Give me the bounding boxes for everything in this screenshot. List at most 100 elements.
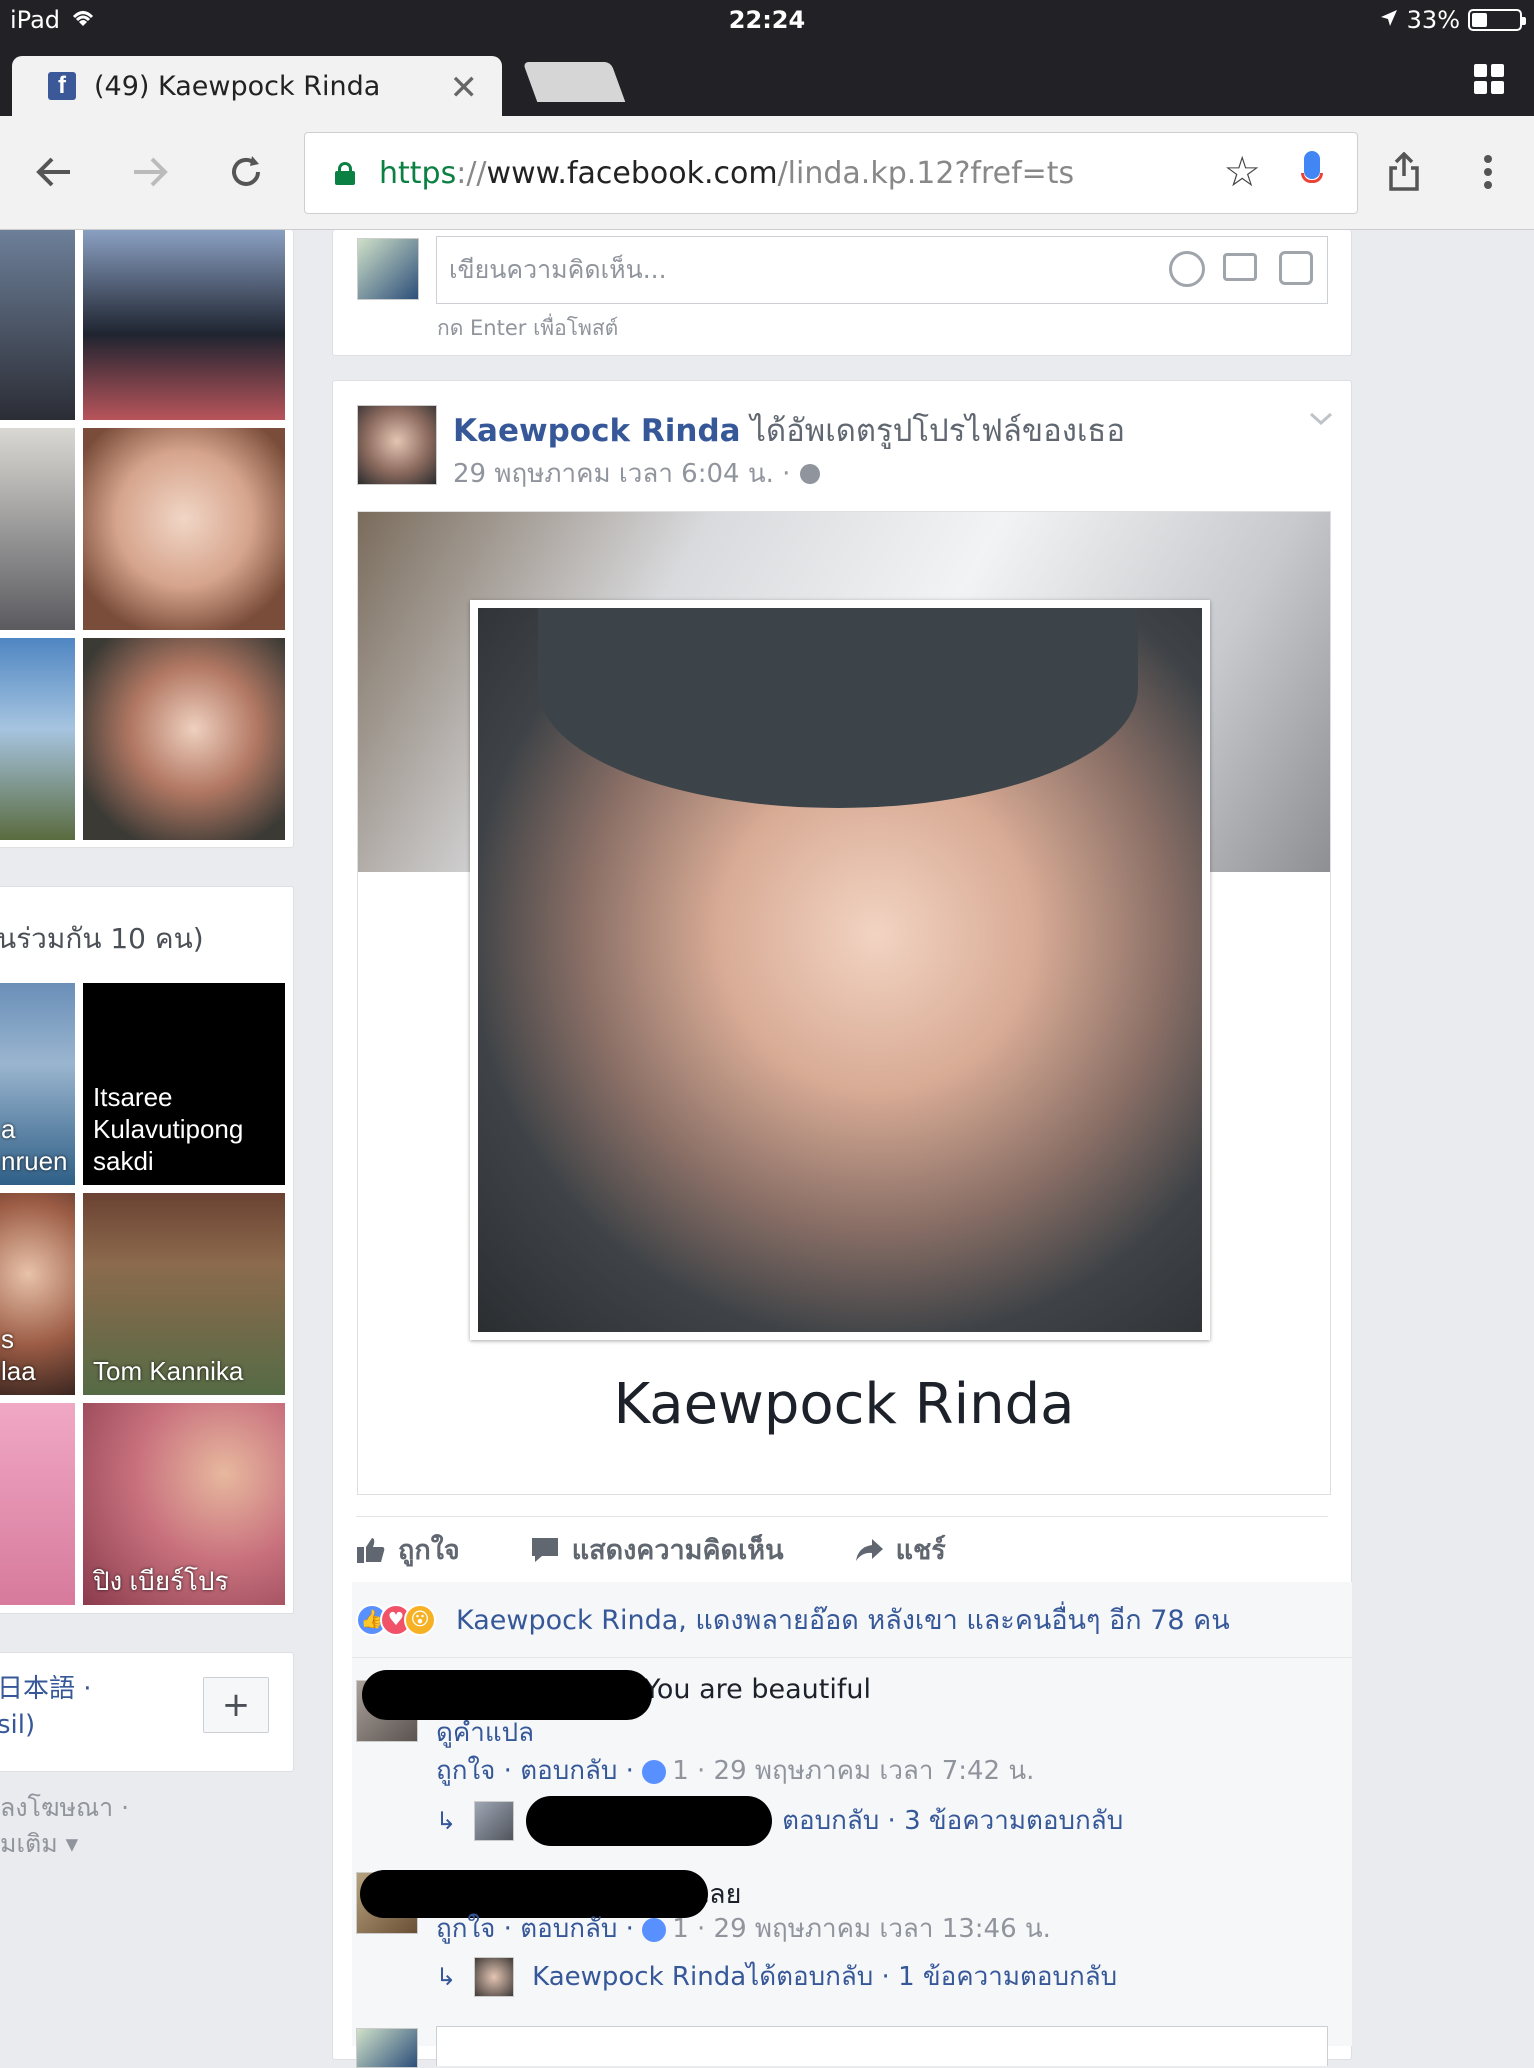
reply-arrow-icon: ↳ [436, 1962, 457, 1991]
post-author-avatar[interactable] [357, 405, 437, 485]
like-label: ถูกใจ [398, 1535, 460, 1566]
photo-thumb[interactable] [83, 638, 285, 840]
my-avatar[interactable] [357, 238, 419, 300]
share-icon [1389, 152, 1419, 191]
replier-avatar [474, 1800, 515, 1841]
friend-tile[interactable]: ปิง เบียร์โปร [83, 1403, 285, 1605]
reload-button[interactable] [216, 142, 276, 202]
status-bar: iPad 22:24 33% [0, 0, 1534, 40]
reply-author[interactable]: Kaewpock Rinda [532, 1962, 746, 1992]
sticker-icon[interactable] [1279, 251, 1313, 285]
clock: 22:24 [728, 6, 806, 34]
photo-thumb[interactable] [0, 230, 75, 420]
friend-name: s laa [1, 1324, 36, 1386]
friend-tile[interactable]: s laa [0, 1193, 75, 1395]
comment-text: You are beautiful [644, 1674, 871, 1705]
reactions-text[interactable]: Kaewpock Rinda, แดงพลายอ๊อด หลังเขา และค… [456, 1598, 1230, 1641]
comment-button[interactable]: แสดงความคิดเห็น [530, 1528, 784, 1571]
see-translation-link[interactable]: ดูคำแปล [436, 1712, 534, 1753]
menu-button[interactable] [1458, 142, 1518, 202]
battery-icon [1468, 9, 1526, 31]
languages-panel: 日本語 · sil) + [0, 1652, 294, 1772]
url-text[interactable]: https://www.facebook.com/linda.kp.12?fre… [379, 156, 1074, 191]
photo-thumb[interactable] [83, 428, 285, 630]
friend-name: Itsaree Kulavutipong sakdi [93, 1082, 244, 1176]
camera-icon[interactable] [1223, 253, 1257, 281]
comment-input[interactable]: เขียนความคิดเห็น... [436, 236, 1328, 304]
add-language-button[interactable]: + [203, 1677, 269, 1733]
friend-tile[interactable]: Itsaree Kulavutipong sakdi [83, 983, 285, 1185]
profile-name-caption: Kaewpock Rinda [613, 1372, 1075, 1437]
comment-meta: ถูกใจ · ตอบกลับ · 1 · 29 พฤษภาคม เวลา 13… [436, 1908, 1051, 1949]
post-author-link[interactable]: Kaewpock Rinda [453, 413, 741, 449]
photo-thumb[interactable] [0, 638, 75, 840]
browser-toolbar: https://www.facebook.com/linda.kp.12?fre… [0, 116, 1534, 230]
like-count-icon [642, 1917, 667, 1942]
comment-like-reply-links[interactable]: ถูกใจ · ตอบกลับ · [436, 1756, 642, 1786]
wow-reaction-icon: 😮 [404, 1603, 436, 1636]
friend-name: ปิง เบียร์โปร [93, 1566, 229, 1596]
footer-links[interactable]: ลงโฆษณา · มเติม ▾ [0, 1790, 129, 1862]
new-tab-button[interactable] [522, 62, 626, 102]
friend-tile[interactable]: Tom Kannika [83, 1193, 285, 1395]
post-meta: 29 พฤษภาคม เวลา 6:04 น. · [453, 453, 821, 494]
mutual-friends-panel: นร่วมกัน 10 คน) a nruen Itsaree Kulavuti… [0, 886, 294, 1614]
like-button[interactable]: ถูกใจ [356, 1528, 460, 1571]
tab-active[interactable]: f (49) Kaewpock Rinda ✕ [12, 56, 502, 116]
cap-shape [538, 608, 1138, 808]
my-avatar[interactable] [356, 2028, 418, 2068]
like-count-icon [642, 1759, 667, 1784]
post-header: Kaewpock Rinda ได้อัพเดตรูปโปรไฟล์ของเธอ [453, 405, 1125, 455]
tab-strip: f (49) Kaewpock Rinda ✕ [0, 40, 1534, 116]
back-button[interactable] [24, 142, 84, 202]
friend-tile[interactable] [0, 1403, 75, 1605]
comment-like-reply-links[interactable]: ถูกใจ · ตอบกลับ · [436, 1914, 642, 1944]
share-post-button[interactable]: แชร์ [854, 1528, 946, 1571]
comment-label: แสดงความคิดเห็น [571, 1535, 784, 1566]
friend-name: a nruen [1, 1114, 68, 1176]
location-arrow-icon [1379, 6, 1399, 34]
globe-icon [800, 463, 821, 484]
battery-percent: 33% [1406, 6, 1460, 34]
photos-panel [0, 230, 294, 848]
reply-summary[interactable]: ตอบกลับ · 3 ข้อความตอบกลับ [782, 1800, 1123, 1841]
profile-update-media[interactable]: Kaewpock Rinda [357, 511, 1331, 1495]
comment-like-count: 1 [672, 1756, 689, 1786]
comment-placeholder: เขียนความคิดเห็น... [449, 255, 667, 284]
reply-arrow-icon: ↳ [436, 1806, 457, 1835]
friend-tile[interactable]: a nruen [0, 983, 75, 1185]
comment-time[interactable]: · 29 พฤษภาคม เวลา 13:46 น. [689, 1914, 1051, 1944]
more-vertical-icon [1484, 155, 1492, 189]
close-tab-icon[interactable]: ✕ [450, 68, 479, 108]
profile-picture-frame [470, 600, 1210, 1340]
tab-switcher-icon[interactable] [1474, 64, 1504, 94]
post-options-chevron-icon[interactable] [1309, 411, 1333, 431]
comment-meta: ถูกใจ · ตอบกลับ · 1 · 29 พฤษภาคม เวลา 7:… [436, 1750, 1034, 1791]
comments-section: You are beautiful ดูคำแปล ถูกใจ · ตอบกลั… [352, 1658, 1352, 2068]
facebook-favicon-icon: f [48, 72, 76, 100]
arrow-right-icon [134, 157, 168, 187]
reply-input[interactable] [436, 2026, 1328, 2066]
reactions-summary[interactable]: 👍 ♥ 😮 Kaewpock Rinda, แดงพลายอ๊อด หลังเข… [352, 1582, 1352, 1658]
profile-picture[interactable] [478, 608, 1202, 1332]
photo-thumb[interactable] [83, 230, 285, 420]
comment-time[interactable]: · 29 พฤษภาคม เวลา 7:42 น. [689, 1756, 1034, 1786]
reply-summary[interactable]: ได้ตอบกลับ · 1 ข้อความตอบกลับ [746, 1956, 1117, 1997]
lock-icon [335, 162, 355, 185]
share-arrow-icon [855, 1538, 883, 1561]
photo-thumb[interactable] [0, 428, 75, 630]
bookmark-star-icon[interactable]: ☆ [1223, 147, 1261, 196]
comment-bubble-icon [531, 1537, 558, 1562]
microphone-icon[interactable] [1301, 151, 1323, 195]
post-timestamp[interactable]: 29 พฤษภาคม เวลา 6:04 น. · [453, 453, 790, 494]
forward-button[interactable] [120, 142, 180, 202]
reload-icon [232, 156, 260, 186]
comment-like-count: 1 [672, 1914, 689, 1944]
arrow-left-icon [36, 157, 70, 187]
share-button[interactable] [1374, 142, 1434, 202]
language-links[interactable]: 日本語 · sil) [0, 1671, 92, 1743]
address-bar[interactable]: https://www.facebook.com/linda.kp.12?fre… [304, 132, 1358, 214]
emoji-icon[interactable] [1169, 251, 1205, 287]
tab-title: (49) Kaewpock Rinda [94, 70, 381, 102]
reply-thread-link[interactable]: ↳ Kaewpock Rinda ได้ตอบกลับ · 1 ข้อความต… [436, 1956, 1117, 1997]
